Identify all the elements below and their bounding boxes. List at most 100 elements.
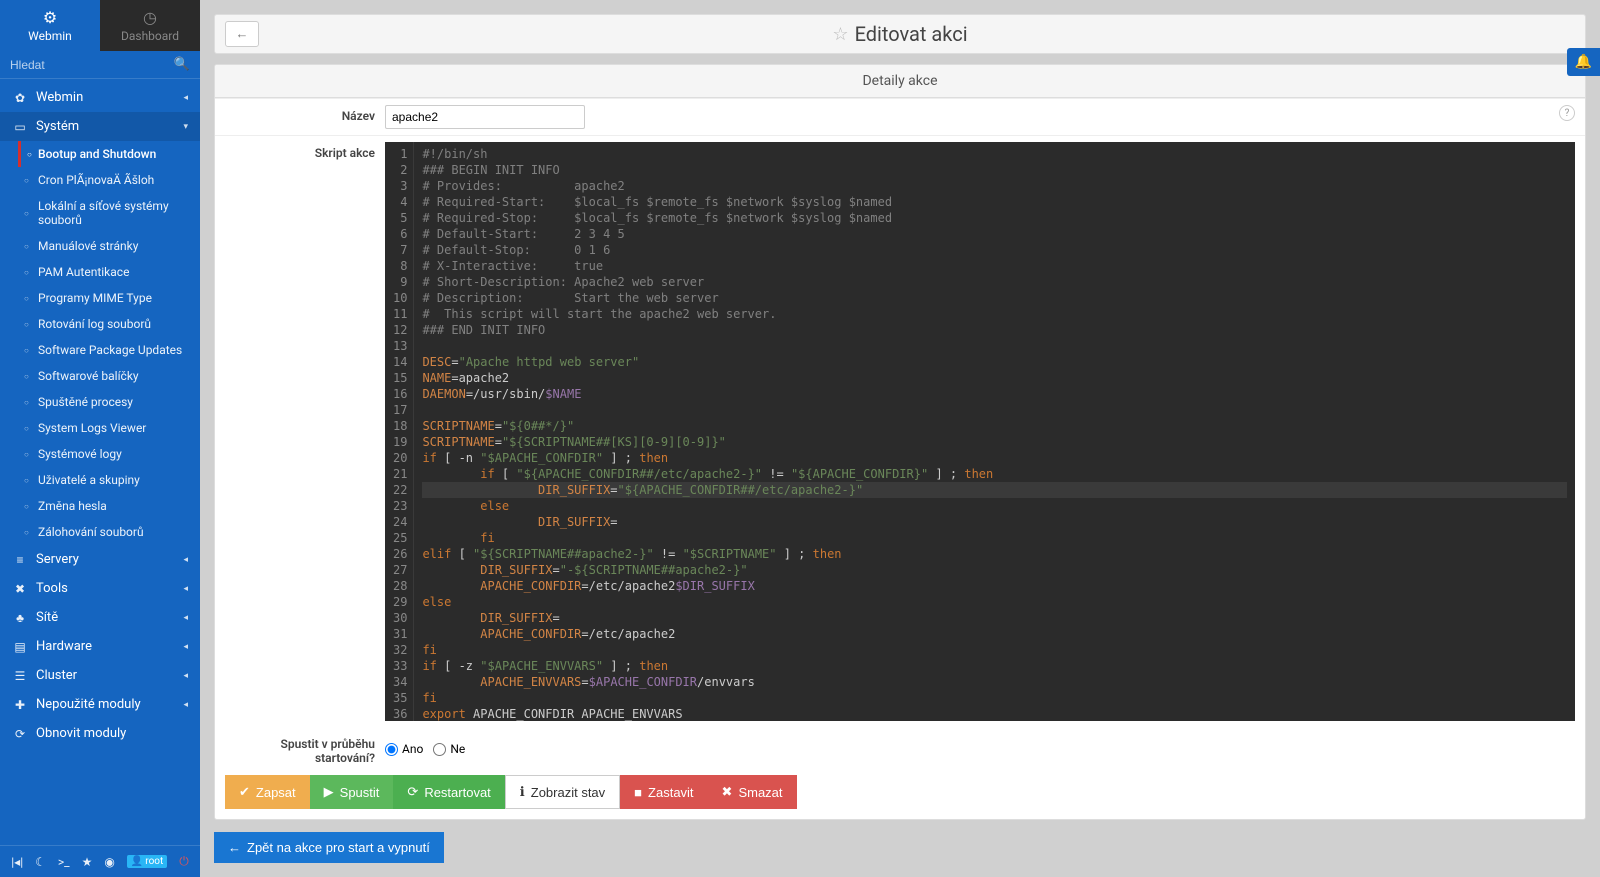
code-editor[interactable]: 1234567891011121314151617181920212223242…	[385, 142, 1575, 721]
sidebar-item-rotov-n-log-soubor-[interactable]: Rotování log souborů	[18, 311, 200, 337]
chevron-right-icon: ◂	[183, 93, 188, 103]
back-link-button[interactable]: ← Zpět na akce pro start a vypnutí	[214, 832, 444, 863]
user-name: root	[145, 856, 163, 867]
sidebar: ⚙ Webmin ◷ Dashboard 🔍 ✿ Webmin ◂ ▭ Syst…	[0, 0, 200, 877]
page-title: Editovat akci	[855, 22, 968, 46]
tab-dashboard[interactable]: ◷ Dashboard	[100, 0, 200, 51]
play-icon: ▶	[324, 784, 334, 800]
sidebar-item-label: Lokální a síťové systémy souborů	[38, 199, 188, 227]
refresh-icon: ⟳	[12, 727, 28, 741]
globe-icon[interactable]: ◉	[104, 855, 114, 869]
nav-hardware[interactable]: ▤ Hardware ◂	[0, 632, 200, 661]
sidebar-item-label: PAM Autentikace	[38, 265, 129, 279]
sidebar-item-z-lohov-n-soubor-[interactable]: Zálohování souborů	[18, 519, 200, 545]
nav-system-children: Bootup and Shutdown Cron PlÃ¡novaÄ Ãšloh L…	[0, 141, 200, 545]
nav-unused-label: Nepoužité moduly	[36, 697, 141, 712]
sidebar-item-label: Spuštěné procesy	[38, 395, 133, 409]
status-button[interactable]: ℹZobrazit stav	[505, 775, 620, 809]
sidebar-item-programy-mime-type[interactable]: Programy MIME Type	[18, 285, 200, 311]
boot-label: Spustit v průběhu startování?	[225, 733, 375, 765]
nav-networks[interactable]: ♣ Sítě ◂	[0, 603, 200, 632]
nav-servers[interactable]: ≡ Servery ◂	[0, 545, 200, 574]
action-buttons: ✔Zapsat ▶ Spustit ⟳ Restartovat ℹZobrazit …	[215, 771, 1585, 819]
nav-cluster[interactable]: ☰ Cluster ◂	[0, 661, 200, 690]
sidebar-item-pam-autentikace[interactable]: PAM Autentikace	[18, 259, 200, 285]
help-icon[interactable]: ?	[1559, 105, 1575, 121]
sidebar-item-label: Uživatelé a skupiny	[38, 473, 140, 487]
nav-tools[interactable]: ✖ Tools ◂	[0, 574, 200, 603]
row-name: Název ?	[215, 98, 1585, 135]
sidebar-item-bootup-and-shutdown[interactable]: Bootup and Shutdown	[18, 141, 200, 167]
restart-button[interactable]: ⟳ Restartovat	[393, 775, 504, 809]
tab-webmin[interactable]: ⚙ Webmin	[0, 0, 100, 51]
back-link-label: Zpět na akce pro start a vypnutí	[247, 840, 430, 855]
back-button[interactable]: ←	[225, 21, 259, 47]
name-input[interactable]	[385, 105, 585, 129]
sidebar-item-zm-na-hesla[interactable]: Změna hesla	[18, 493, 200, 519]
sidebar-item-label: System Logs Viewer	[38, 421, 146, 435]
notifications-bell[interactable]: 🔔	[1567, 48, 1600, 76]
sidebar-item-lok-ln-a-s-ov-syst-my-soubor-[interactable]: Lokální a síťové systémy souborů	[18, 193, 200, 233]
editor-code[interactable]: #!/bin/sh### BEGIN INIT INFO# Provides: …	[414, 142, 1575, 721]
stop-button[interactable]: ■Zastavit	[620, 775, 707, 809]
nav-tools-label: Tools	[36, 581, 68, 596]
sidebar-item-label: Systémové logy	[38, 447, 122, 461]
restart-label: Restartovat	[424, 785, 490, 800]
name-label: Název	[225, 105, 375, 123]
search-input[interactable]	[10, 58, 174, 72]
user-badge[interactable]: 👤root	[127, 855, 167, 868]
boot-no[interactable]: Ne	[433, 742, 465, 756]
tab-webmin-label: Webmin	[28, 29, 72, 43]
sidebar-item-manu-lov-str-nky[interactable]: Manuálové stránky	[18, 233, 200, 259]
dashboard-icon: ◷	[100, 8, 200, 27]
sidebar-item-system-logs-viewer[interactable]: System Logs Viewer	[18, 415, 200, 441]
topbar: ← ☆ Editovat akci	[214, 14, 1586, 54]
nav-servers-label: Servery	[36, 552, 79, 567]
sidebar-item-software-package-updates[interactable]: Software Package Updates	[18, 337, 200, 363]
boot-yes[interactable]: Ano	[385, 742, 423, 756]
favorite-star-icon: ☆	[832, 24, 848, 45]
chevron-right-icon: ◂	[183, 671, 188, 681]
nav-unused[interactable]: ✚ Nepoužité moduly ◂	[0, 690, 200, 719]
sidebar-item-cron-pl-nova-loh[interactable]: Cron PlÃ¡novaÄ Ãšloh	[18, 167, 200, 193]
puzzle-icon: ✚	[12, 698, 28, 712]
sidebar-item-syst-mov-logy[interactable]: Systémové logy	[18, 441, 200, 467]
nav-refresh-label: Obnovit moduly	[36, 726, 126, 741]
boot-no-radio[interactable]	[433, 743, 446, 756]
refresh-icon: ⟳	[407, 784, 418, 800]
user-icon: 👤	[131, 856, 143, 867]
x-icon: ✖	[722, 784, 733, 800]
sidebar-footer: |◂| ☾ >_ ★ ◉ 👤root ⏻	[0, 845, 200, 877]
delete-button[interactable]: ✖Smazat	[708, 775, 797, 809]
sidebar-item-label: Cron PlÃ¡novaÄ Ãšloh	[38, 173, 154, 187]
chevron-right-icon: ◂	[183, 555, 188, 565]
arrow-left-icon: ←	[236, 26, 249, 42]
arrow-left-icon: ←	[228, 840, 241, 855]
sidebar-item-spu-t-n-procesy[interactable]: Spuštěné procesy	[18, 389, 200, 415]
nav-webmin[interactable]: ✿ Webmin ◂	[0, 83, 200, 112]
nav-system[interactable]: ▭ Systém ▾	[0, 112, 200, 141]
sidebar-item-softwarov-bal-ky[interactable]: Softwarové balíčky	[18, 363, 200, 389]
sidebar-item-label: Software Package Updates	[38, 343, 182, 357]
hdd-icon: ▤	[12, 640, 28, 654]
search-icon[interactable]: 🔍	[174, 57, 190, 72]
save-button[interactable]: ✔Zapsat	[225, 775, 310, 809]
sidebar-tabs: ⚙ Webmin ◷ Dashboard	[0, 0, 200, 51]
logout-icon[interactable]: ⏻	[179, 854, 189, 869]
collapse-icon[interactable]: |◂|	[11, 855, 23, 869]
gear-icon: ✿	[12, 91, 28, 105]
nav-networks-label: Sítě	[36, 610, 58, 625]
row-script: Skript akce 1234567891011121314151617181…	[215, 135, 1585, 727]
sidebar-item-label: Změna hesla	[38, 499, 107, 513]
nav-refresh[interactable]: ⟳ Obnovit moduly	[0, 719, 200, 748]
start-button[interactable]: ▶ Spustit	[310, 775, 394, 809]
start-label: Spustit	[340, 785, 380, 800]
sidebar-item-u-ivatel-a-skupiny[interactable]: Uživatelé a skupiny	[18, 467, 200, 493]
boot-yes-radio[interactable]	[385, 743, 398, 756]
moon-icon[interactable]: ☾	[35, 855, 46, 869]
star-icon[interactable]: ★	[82, 855, 93, 869]
nav-cluster-label: Cluster	[36, 668, 77, 683]
editor-gutter: 1234567891011121314151617181920212223242…	[385, 142, 414, 721]
webmin-icon: ⚙	[0, 8, 100, 27]
terminal-icon[interactable]: >_	[58, 855, 70, 869]
